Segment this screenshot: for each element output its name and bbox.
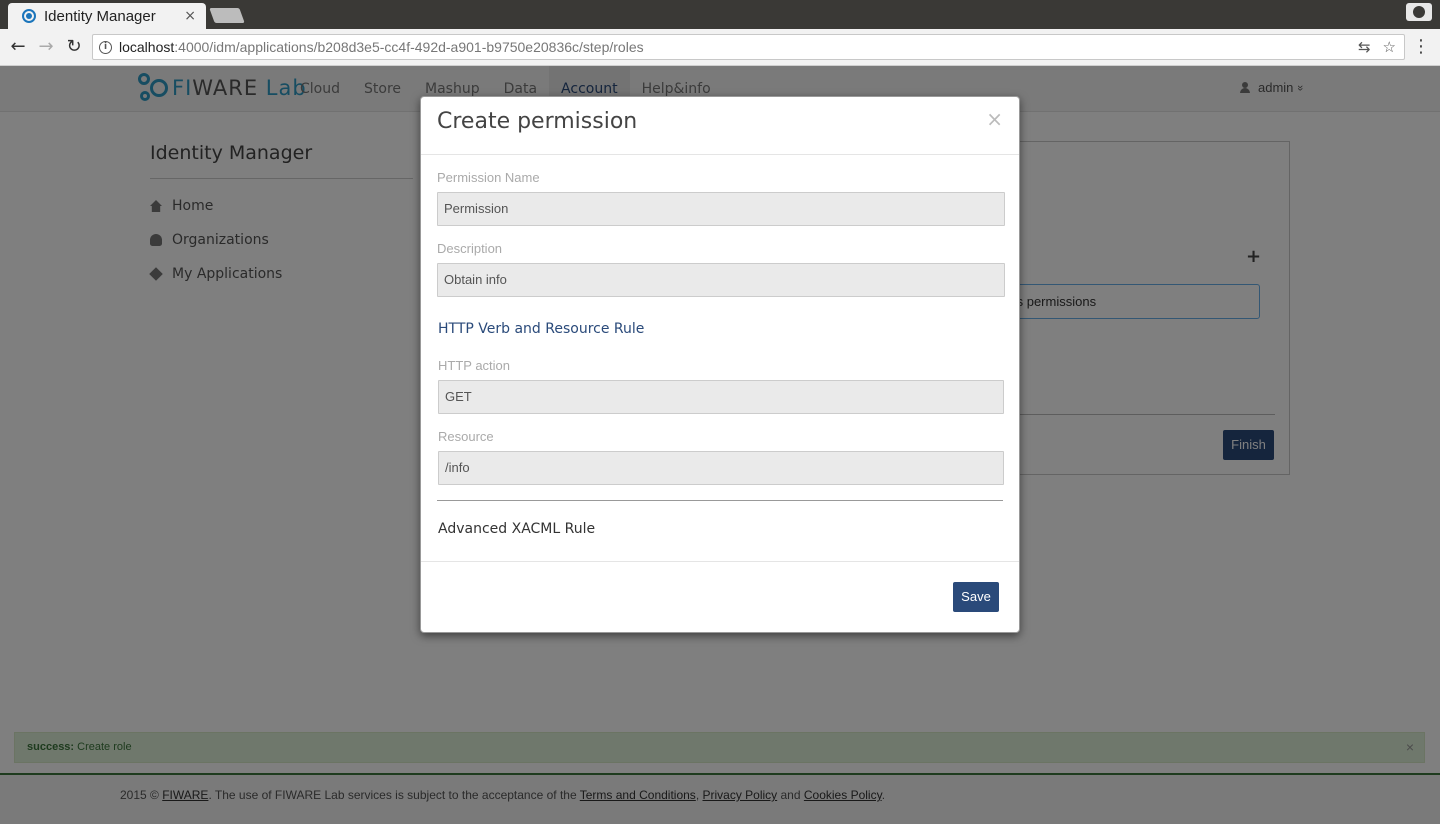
profile-button[interactable]	[1406, 3, 1432, 21]
tab-title: Identity Manager	[44, 7, 156, 25]
permission-name-label: Permission Name	[437, 170, 540, 185]
description-input[interactable]: Obtain info	[437, 263, 1005, 297]
forward-arrow-icon[interactable]: →	[34, 35, 58, 59]
new-tab-button[interactable]	[209, 8, 245, 23]
fiware-favicon-icon	[22, 9, 36, 23]
modal-body: Permission Name Permission Description O…	[421, 155, 1019, 563]
url-path: :4000/idm/applications/b208d3e5-cc4f-492…	[174, 39, 644, 55]
modal-header: Create permission ×	[421, 97, 1019, 155]
reload-icon[interactable]: ↻	[62, 35, 86, 59]
modal-title: Create permission	[437, 109, 638, 134]
modal-footer: Save	[421, 561, 1019, 633]
permission-name-input[interactable]: Permission	[437, 192, 1005, 226]
resource-input[interactable]: /info	[438, 451, 1004, 485]
back-arrow-icon[interactable]: ←	[6, 35, 30, 59]
site-info-icon[interactable]: i	[99, 40, 112, 54]
profile-icon	[1413, 6, 1425, 18]
browser-toolbar: ← → ↻ i localhost:4000/idm/applications/…	[0, 29, 1440, 66]
address-bar[interactable]: i localhost:4000/idm/applications/b208d3…	[92, 34, 1405, 60]
translate-icon[interactable]: ⇆	[1358, 38, 1371, 56]
save-button[interactable]: Save	[953, 582, 999, 612]
http-rule-section-title[interactable]: HTTP Verb and Resource Rule	[438, 321, 644, 337]
browser-tabstrip: Identity Manager ×	[0, 0, 1440, 29]
close-icon[interactable]: ×	[986, 107, 1003, 131]
section-divider	[437, 500, 1003, 501]
bookmark-star-icon[interactable]: ☆	[1383, 38, 1396, 56]
url-host: localhost	[119, 39, 175, 55]
browser-menu-icon[interactable]: ⋮	[1412, 36, 1430, 58]
resource-label: Resource	[438, 429, 494, 444]
create-permission-modal: Create permission × Permission Name Perm…	[420, 96, 1020, 633]
description-label: Description	[437, 241, 503, 256]
advanced-xacml-rule-title[interactable]: Advanced XACML Rule	[438, 521, 595, 537]
http-action-label: HTTP action	[438, 358, 511, 373]
tab-close-icon[interactable]: ×	[184, 8, 196, 24]
browser-tab[interactable]: Identity Manager ×	[8, 3, 206, 29]
http-action-input[interactable]: GET	[438, 380, 1004, 414]
